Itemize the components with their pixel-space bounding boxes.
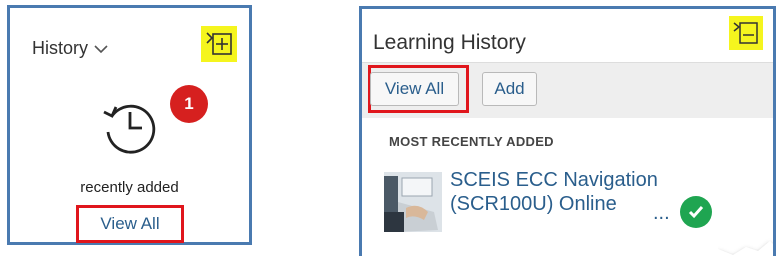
panel-title: Learning History	[373, 31, 526, 54]
learning-history-panel: Learning History View All Add MOST RECEN…	[359, 6, 776, 256]
view-all-button[interactable]: View All	[370, 72, 459, 106]
toolbar: View All Add	[362, 62, 773, 118]
notification-badge: 1	[170, 85, 208, 123]
chevron-down-icon[interactable]	[94, 44, 108, 54]
computer-user-thumbnail[interactable]	[384, 172, 442, 232]
history-panel: History 1 recently added View All	[7, 5, 252, 245]
add-button[interactable]: Add	[482, 72, 537, 106]
section-heading: MOST RECENTLY ADDED	[389, 134, 554, 149]
add-to-list-icon[interactable]	[201, 26, 237, 62]
torn-edge	[718, 241, 773, 256]
add-to-list-icon[interactable]	[729, 16, 763, 50]
view-all-link[interactable]: View All	[76, 205, 184, 243]
learning-item-link[interactable]: SCEIS ECC Navigation (SCR100U) Online	[450, 168, 670, 216]
history-clock-icon	[98, 94, 162, 163]
truncation-ellipsis: ...	[653, 202, 670, 224]
recently-added-caption: recently added	[80, 179, 179, 196]
history-title[interactable]: History	[32, 38, 108, 59]
history-title-label: History	[32, 38, 89, 58]
check-circle-icon	[680, 196, 712, 228]
